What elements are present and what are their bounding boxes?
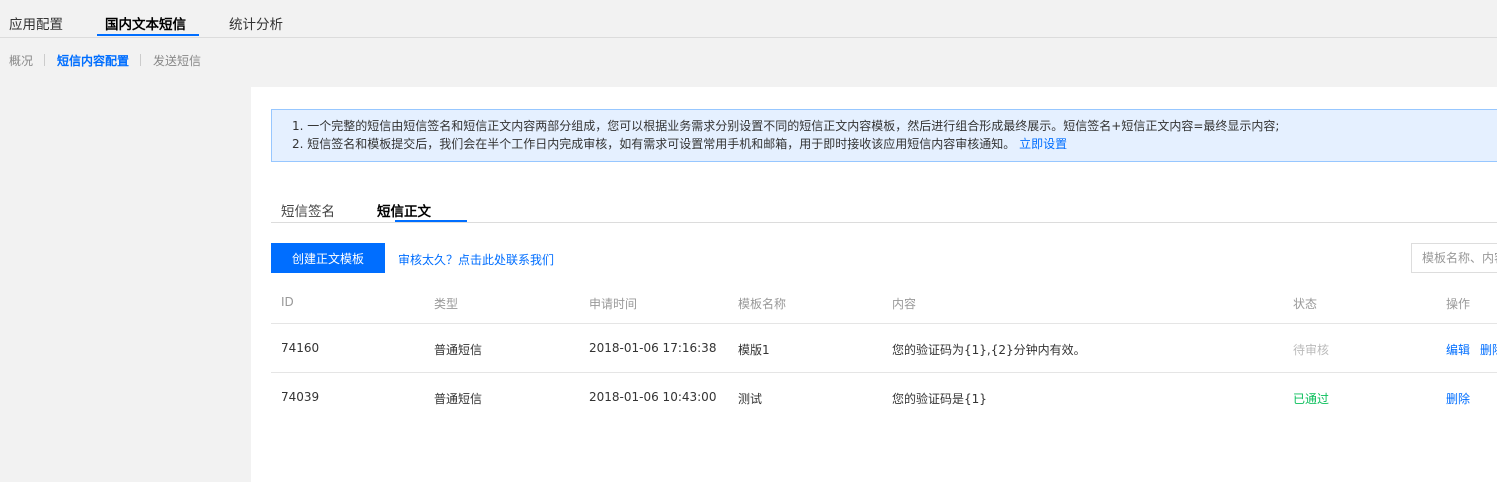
cell-name: 模版1: [738, 343, 770, 357]
header-divider: [271, 323, 1497, 324]
cell-content: 您的验证码为{1},{2}分钟内有效。: [892, 343, 1086, 357]
notice-line-2: 2. 短信签名和模板提交后，我们会在半个工作日内完成审核，如有需求可设置常用手机…: [292, 135, 1497, 153]
cell-time: 2018-01-06 10:43:00: [589, 390, 717, 404]
column-header-name: 模板名称: [738, 297, 787, 311]
column-header-time: 申请时间: [589, 297, 638, 311]
delete-button[interactable]: 删除: [1446, 390, 1470, 407]
cell-id: 74039: [281, 390, 320, 404]
column-header-status: 状态: [1293, 297, 1318, 311]
tab-statistics[interactable]: 统计分析: [229, 13, 283, 33]
cell-id: 74160: [281, 341, 320, 355]
sub-nav-content-config[interactable]: 短信内容配置: [57, 52, 129, 69]
active-content-tab-indicator: [395, 220, 467, 222]
tab-domestic-sms[interactable]: 国内文本短信: [105, 13, 186, 33]
tab-sms-signature[interactable]: 短信签名: [281, 200, 335, 220]
sub-nav: 概况 短信内容配置 发送短信: [0, 39, 1497, 83]
tab-app-config[interactable]: 应用配置: [9, 13, 63, 33]
top-tab-bar: 应用配置 国内文本短信 统计分析: [0, 0, 1497, 38]
cell-name: 测试: [738, 392, 763, 406]
notice-line-2-text: 2. 短信签名和模板提交后，我们会在半个工作日内完成审核，如有需求可设置常用手机…: [292, 137, 1016, 151]
column-header-id: ID: [281, 295, 294, 309]
status-badge: 待审核: [1293, 343, 1330, 357]
tab-sms-body[interactable]: 短信正文: [377, 200, 431, 220]
notice-line-1: 1. 一个完整的短信由短信签名和短信正文内容两部分组成，您可以根据业务需求分别设…: [292, 119, 1280, 133]
cell-time: 2018-01-06 17:16:38: [589, 341, 717, 355]
search-input[interactable]: [1411, 243, 1497, 273]
column-header-type: 类型: [434, 297, 459, 311]
delete-button[interactable]: 删除: [1480, 341, 1497, 358]
status-badge: 已通过: [1293, 392, 1330, 406]
sub-nav-send-sms[interactable]: 发送短信: [153, 52, 201, 69]
cell-type: 普通短信: [434, 343, 483, 357]
column-header-actions: 操作: [1446, 297, 1471, 311]
cell-content: 您的验证码是{1}: [892, 392, 987, 406]
sub-nav-divider: [44, 54, 45, 66]
info-notice: 1. 一个完整的短信由短信签名和短信正文内容两部分组成，您可以根据业务需求分别设…: [271, 109, 1497, 162]
sub-nav-overview[interactable]: 概况: [9, 52, 33, 69]
set-now-link[interactable]: 立即设置: [1019, 137, 1067, 151]
sub-nav-divider: [140, 54, 141, 66]
row-divider: [271, 372, 1497, 373]
create-template-button[interactable]: 创建正文模板: [271, 243, 385, 273]
active-tab-indicator: [97, 34, 199, 36]
column-header-content: 内容: [892, 297, 917, 311]
cell-type: 普通短信: [434, 392, 483, 406]
contact-us-link[interactable]: 审核太久？点击此处联系我们: [398, 251, 554, 268]
main-panel: 1. 一个完整的短信由短信签名和短信正文内容两部分组成，您可以根据业务需求分别设…: [251, 87, 1497, 482]
content-tab-bar: 短信签名 短信正文: [271, 198, 1497, 223]
edit-button[interactable]: 编辑: [1446, 341, 1470, 358]
